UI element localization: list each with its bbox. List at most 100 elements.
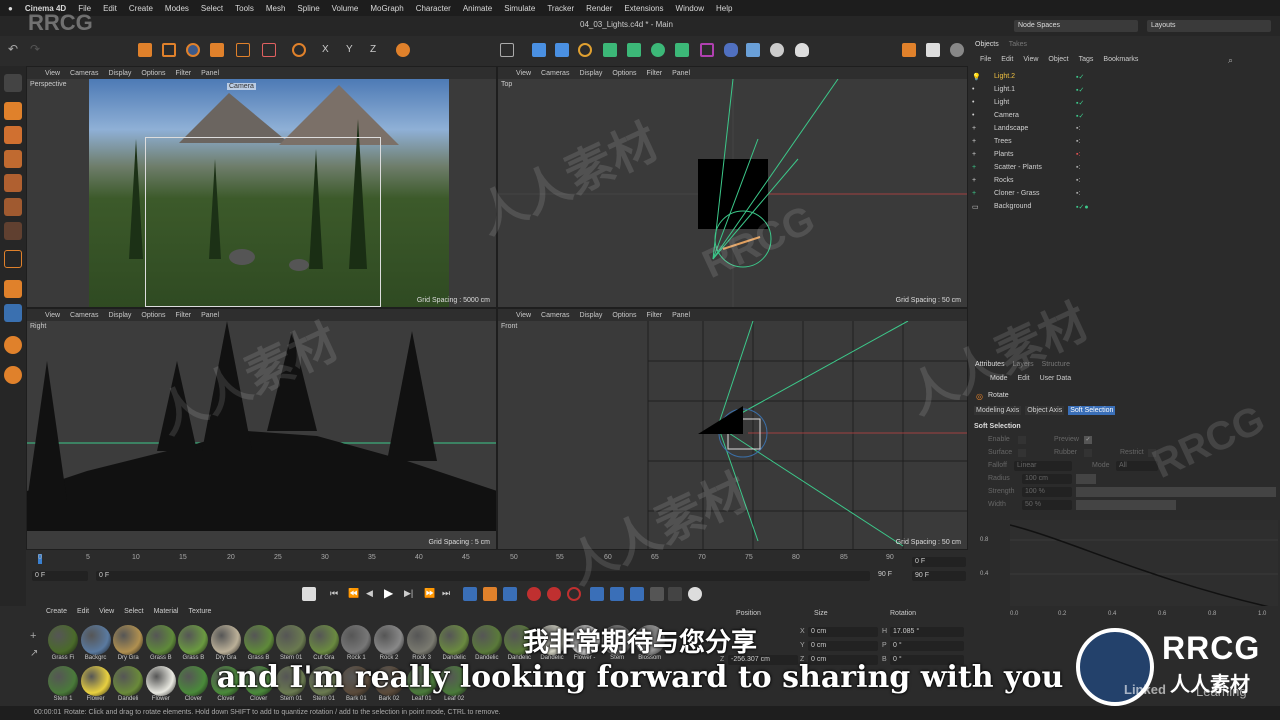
vp-menu-filter[interactable]: Filter (176, 70, 192, 77)
end-frame-field[interactable]: 90 F (878, 571, 892, 578)
width-slider[interactable] (1076, 500, 1176, 510)
next-key-icon[interactable]: ⏩ (424, 588, 435, 599)
scene-icon[interactable] (724, 43, 738, 57)
menu-animate[interactable]: Animate (463, 4, 492, 13)
vp-menu-filter[interactable]: Filter (647, 312, 663, 319)
axis-x-icon[interactable]: X (322, 44, 329, 55)
vp-menu-panel[interactable]: Panel (201, 70, 219, 77)
list-item[interactable]: • Light ▪✓ (972, 96, 1272, 109)
snap-tool-icon[interactable] (262, 43, 276, 57)
menu-tracker[interactable]: Tracker (547, 4, 574, 13)
falloff-dropdown[interactable]: Linear (1014, 461, 1072, 471)
tab-takes[interactable]: Takes (1009, 41, 1027, 48)
visibility-toggle[interactable]: ▪✓ (1076, 86, 1084, 94)
cloner-icon[interactable] (675, 43, 689, 57)
vp-menu-filter[interactable]: Filter (647, 70, 663, 77)
width-field[interactable]: 50 % (1022, 500, 1072, 510)
vp-menu-options[interactable]: Options (612, 70, 636, 77)
record-icon[interactable] (527, 587, 541, 601)
vp-menu-panel[interactable]: Panel (672, 312, 690, 319)
node-spaces-dropdown[interactable]: Node Spaces (1014, 20, 1138, 32)
solo-icon[interactable] (4, 304, 22, 322)
apple-icon[interactable]: ● (8, 4, 13, 13)
list-item[interactable]: + Rocks ▪: (972, 174, 1272, 187)
vp-menu-view[interactable]: View (45, 312, 60, 319)
vp-menu-view[interactable]: View (45, 70, 60, 77)
current-frame-field[interactable]: 0 F (912, 557, 966, 567)
vp-menu-cameras[interactable]: Cameras (70, 312, 98, 319)
viewport-layout-icon[interactable] (500, 43, 514, 57)
visibility-toggle[interactable]: ▪: (1076, 190, 1080, 197)
menu-volume[interactable]: Volume (332, 4, 359, 13)
scale-tool-icon[interactable] (210, 43, 224, 57)
list-item[interactable]: + Landscape ▪: (972, 122, 1272, 135)
list-item[interactable]: + Scatter - Plants ▪: (972, 161, 1272, 174)
obj-menu-tags[interactable]: Tags (1079, 56, 1094, 63)
menu-edit[interactable]: Edit (103, 4, 117, 13)
vp-menu-options[interactable]: Options (141, 70, 165, 77)
visibility-toggle[interactable]: ▪: (1076, 177, 1080, 184)
obj-menu-bookmarks[interactable]: Bookmarks (1103, 56, 1138, 63)
visibility-toggle[interactable]: ▪✓● (1076, 203, 1089, 211)
mat-menu-edit[interactable]: Edit (77, 608, 89, 615)
vp-menu-display[interactable]: Display (108, 312, 131, 319)
key-rotation-icon[interactable] (610, 587, 624, 601)
vp-menu-options[interactable]: Options (612, 312, 636, 319)
visibility-toggle[interactable]: ▪✓ (1076, 112, 1084, 120)
mat-menu-select[interactable]: Select (124, 608, 143, 615)
visibility-toggle[interactable]: ▪: (1076, 164, 1080, 171)
max-frame-field[interactable]: 90 F (912, 571, 966, 581)
visibility-toggle[interactable]: ▪✓ (1076, 99, 1084, 107)
transform-tool-icon[interactable] (236, 43, 250, 57)
model-mode-icon[interactable] (4, 102, 22, 120)
tab-soft-selection[interactable]: Soft Selection (1068, 406, 1116, 415)
obj-menu-edit[interactable]: Edit (1001, 56, 1013, 63)
play-icon[interactable]: ▶ (384, 586, 393, 600)
uv-mode-icon[interactable] (4, 222, 22, 240)
viewport-perspective[interactable]: Camera View Cameras Display Options Filt… (26, 66, 497, 308)
mat-menu-material[interactable]: Material (154, 608, 179, 615)
light-icon[interactable] (795, 43, 809, 57)
obj-menu-file[interactable]: File (980, 56, 991, 63)
layouts-dropdown[interactable]: Layouts (1147, 20, 1271, 32)
redo-icon[interactable]: ↷ (30, 42, 40, 56)
vp-menu-filter[interactable]: Filter (176, 312, 192, 319)
tab-object-axis[interactable]: Object Axis (1025, 406, 1065, 415)
visibility-toggle[interactable]: ▪: (1076, 125, 1080, 132)
floor-icon[interactable] (746, 43, 760, 57)
menu-render[interactable]: Render (586, 4, 612, 13)
enable-checkbox[interactable] (1018, 436, 1026, 444)
rotate-tool-icon[interactable] (186, 43, 200, 57)
menu-select[interactable]: Select (201, 4, 223, 13)
render-settings-icon[interactable] (950, 43, 964, 57)
key-param-icon[interactable] (650, 587, 664, 601)
render-view-icon[interactable] (902, 43, 916, 57)
autokey-icon[interactable] (547, 587, 561, 601)
menu-mesh[interactable]: Mesh (266, 4, 286, 13)
vp-menu-display[interactable]: Display (579, 312, 602, 319)
axis-z-icon[interactable]: Z (370, 44, 376, 55)
snapping-icon[interactable] (4, 366, 22, 384)
visibility-toggle[interactable]: ▪✓ (1076, 73, 1084, 81)
coord-system-icon[interactable] (396, 43, 410, 57)
strength-field[interactable]: 100 % (1022, 487, 1072, 497)
vp-menu-display[interactable]: Display (579, 70, 602, 77)
render-pv-icon[interactable] (926, 43, 940, 57)
polygons-mode-icon[interactable] (4, 198, 22, 216)
strength-slider[interactable] (1076, 487, 1276, 497)
prev-frame-icon[interactable]: ◀ (366, 588, 373, 599)
keyframe-icon[interactable] (302, 587, 316, 601)
refresh-icon[interactable] (292, 43, 306, 57)
vp-menu-view[interactable]: View (516, 70, 531, 77)
menu-character[interactable]: Character (416, 4, 451, 13)
camera-icon[interactable] (770, 43, 784, 57)
mat-menu-create[interactable]: Create (46, 608, 67, 615)
key-scale-icon[interactable] (630, 587, 644, 601)
workplane-icon[interactable] (4, 280, 22, 298)
go-end-icon[interactable]: ⏭ (442, 588, 450, 599)
cube-icon[interactable] (532, 43, 546, 57)
edges-mode-icon[interactable] (4, 174, 22, 192)
mat-menu-texture[interactable]: Texture (189, 608, 212, 615)
deformer-icon[interactable] (651, 43, 665, 57)
surface-checkbox[interactable] (1018, 449, 1026, 457)
